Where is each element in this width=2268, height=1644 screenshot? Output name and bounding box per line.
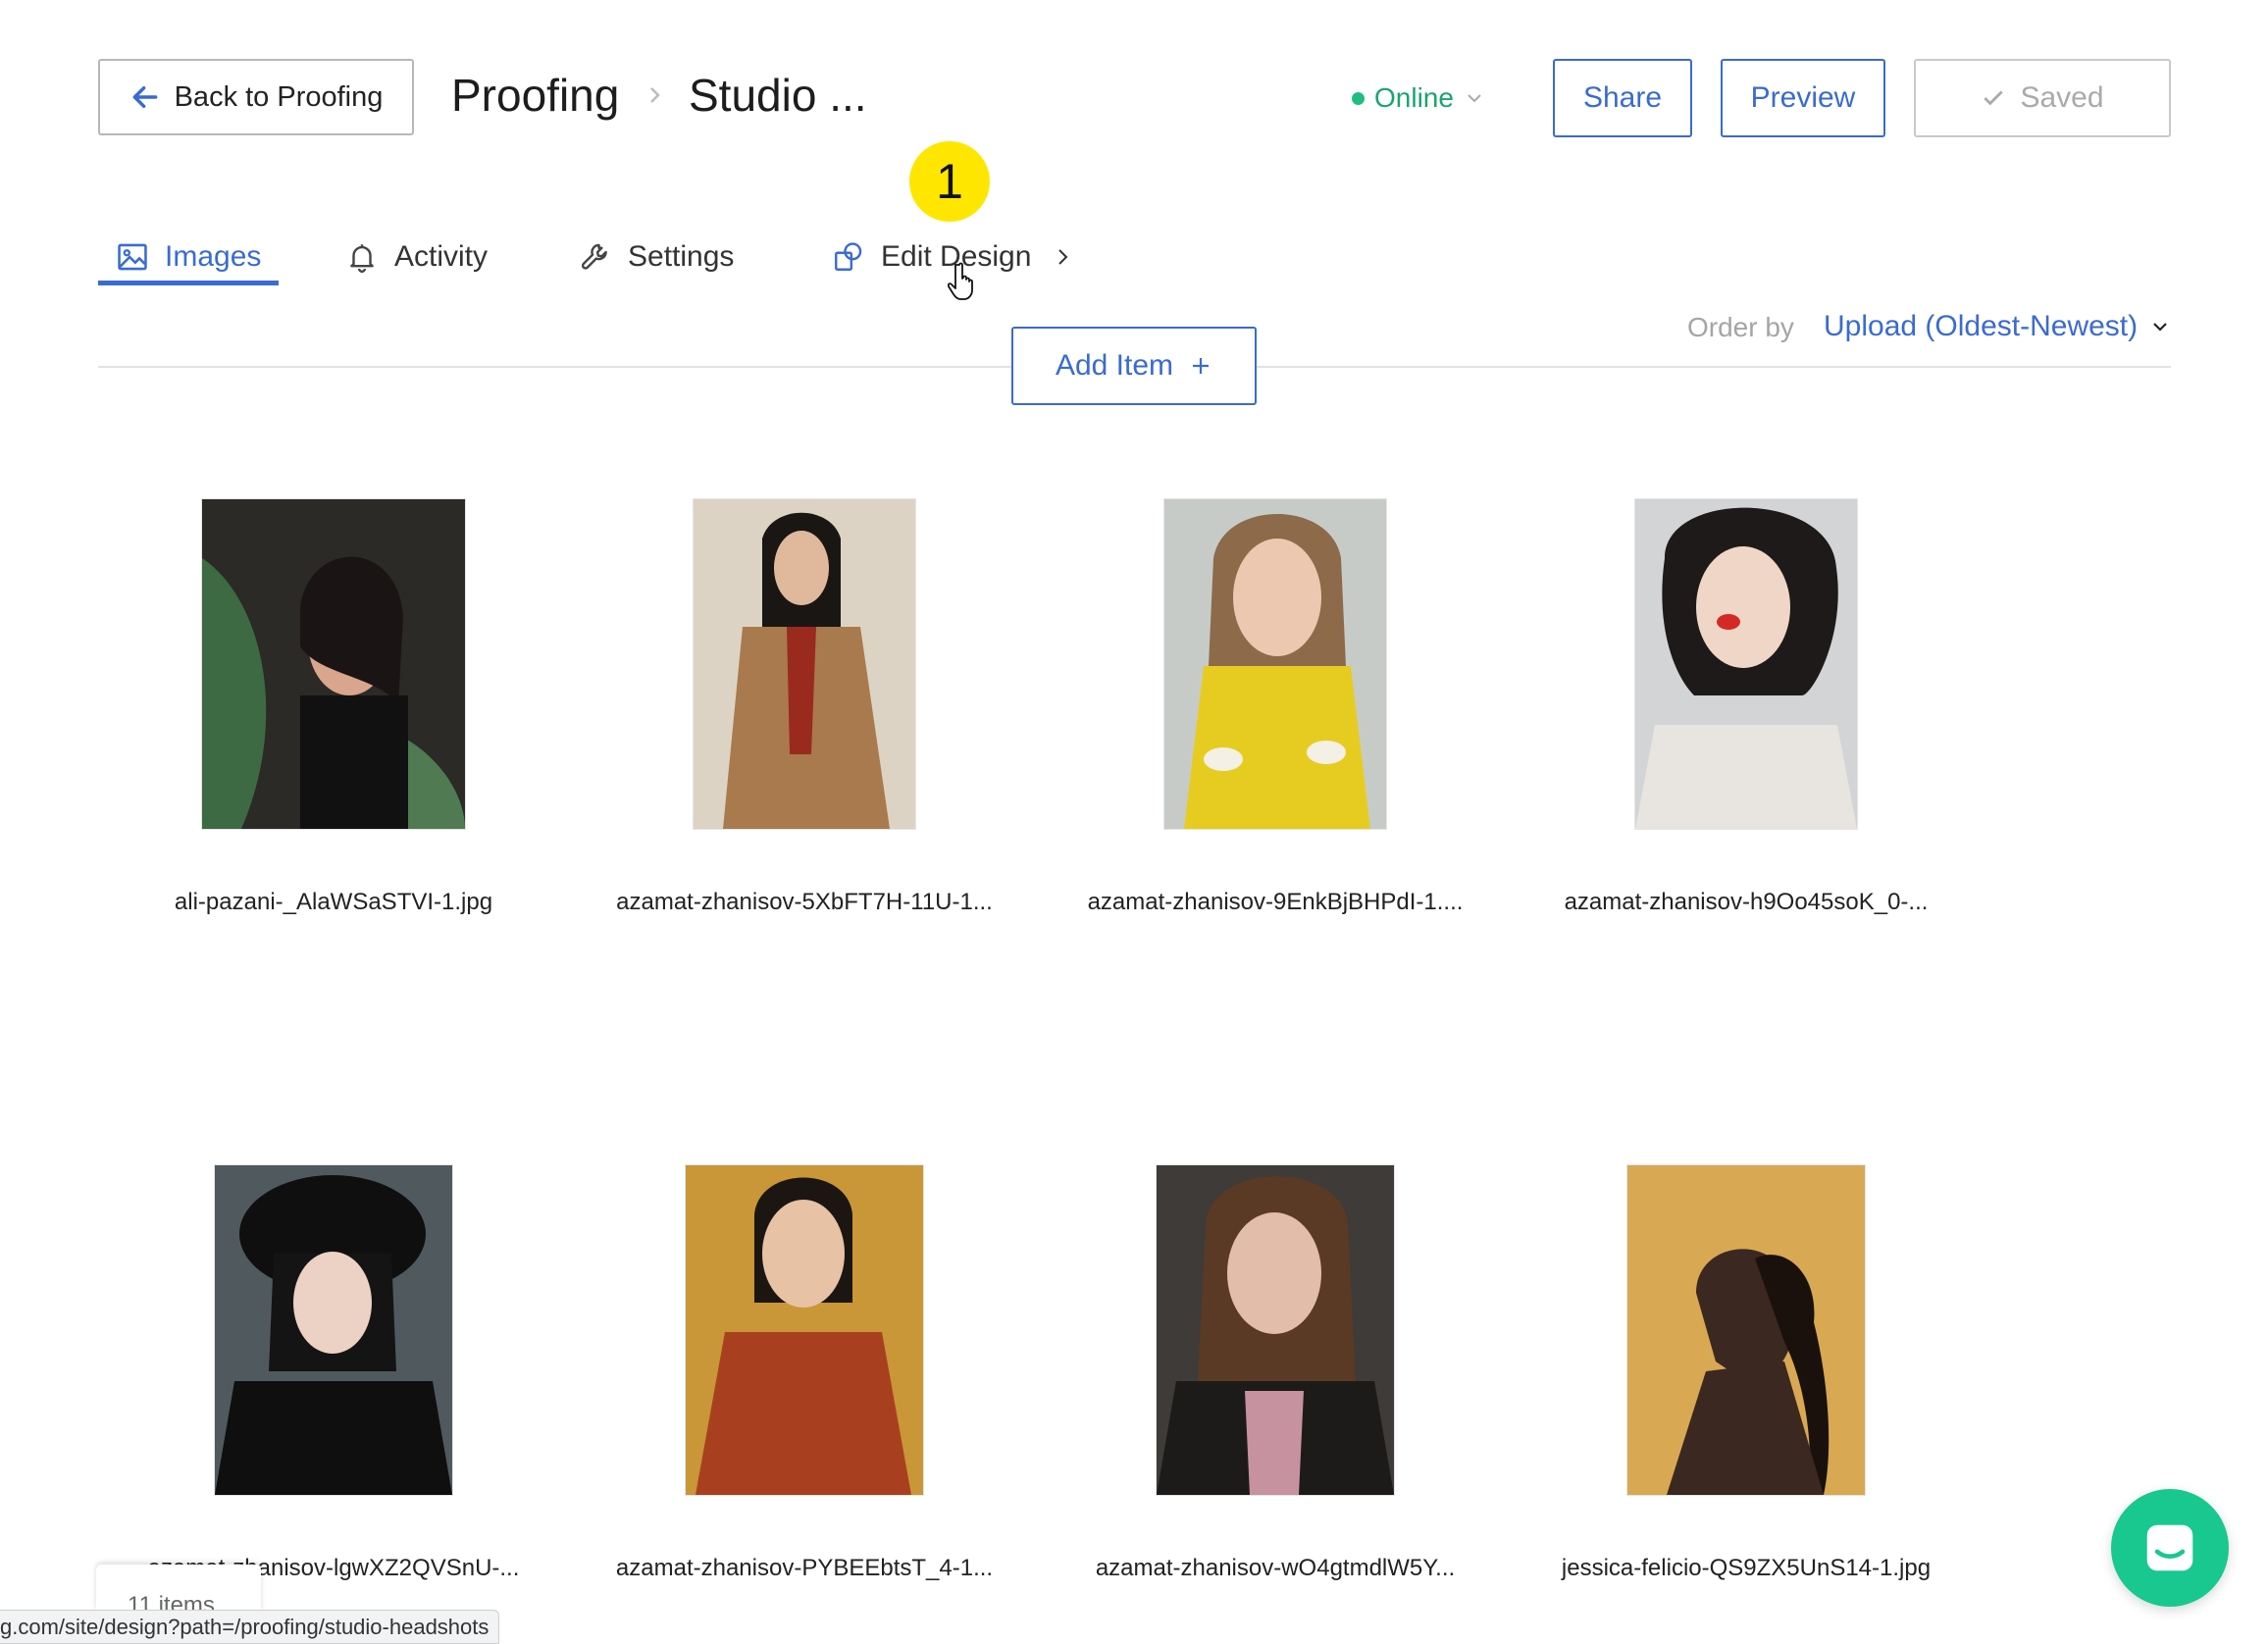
preview-button[interactable]: Preview [1721,59,1885,137]
chevron-down-icon [1468,94,1481,103]
status-url-bar: g.com/site/design?path=/proofing/studio-… [0,1610,500,1644]
chevron-right-icon [1058,249,1068,265]
tab-label: Images [165,240,262,273]
check-icon [1984,90,2004,106]
back-label: Back to Proofing [174,80,384,113]
photo-thumbnail[interactable] [1157,1165,1394,1495]
order-by-value: Upload (Oldest-Newest) [1824,310,2139,342]
photo-thumbnail[interactable] [694,499,915,829]
tab-settings[interactable]: Settings [579,228,734,286]
photo-thumbnail[interactable] [215,1165,452,1495]
chevron-down-icon [2153,323,2167,332]
image-icon [118,243,147,271]
wrench-icon [581,243,607,270]
status-dot [1352,91,1365,105]
status-dropdown[interactable]: Online [1352,78,1485,118]
chat-icon [2146,1524,2193,1571]
photo-thumbnail[interactable] [1627,1165,1865,1495]
page-title: Studio ... [689,70,867,121]
photo-thumbnail[interactable] [1164,499,1386,829]
saved-button[interactable]: Saved [1914,59,2171,137]
image-filename: jessica-felicio-QS9ZX5UnS14-1.jpg [1561,1555,1932,1581]
chevron-right-icon [650,87,660,103]
arrow-left-icon [132,85,157,109]
items-count: 11 items [96,1565,261,1618]
design-icon [835,242,862,271]
photo-thumbnail[interactable] [686,1165,923,1495]
chat-launcher-button[interactable] [2111,1489,2229,1607]
saved-label: Saved [2020,81,2104,114]
add-item-label: Add Item [1055,349,1174,382]
image-filename: azamat-zhanisov-wO4gtmdlW5Y... [1095,1555,1456,1581]
active-tab-indicator [98,281,279,285]
tab-label: Settings [628,240,735,273]
share-button[interactable]: Share [1553,59,1692,137]
image-filename: ali-pazani-_AlaWSaSTVI-1.jpg [174,889,493,915]
order-by-label: Order by [1687,312,1794,342]
photo-thumbnail[interactable] [202,499,465,829]
step-badge: 1 [909,141,990,222]
image-filename: azamat-zhanisov-h9Oo45soK_0-... [1564,889,1929,915]
hand-cursor-icon [948,262,973,300]
photo-thumbnail[interactable] [1635,499,1857,829]
add-item-button[interactable]: Add Item [1011,327,1257,405]
back-to-proofing-button[interactable]: Back to Proofing [98,59,414,135]
tab-images[interactable]: Images [116,228,261,286]
tab-activity[interactable]: Activity [345,228,488,286]
bell-icon [350,244,374,274]
order-by-dropdown[interactable]: Upload (Oldest-Newest) [1824,310,2171,343]
tab-label: Activity [394,240,489,273]
image-filename: azamat-zhanisov-PYBEEbtsT_4-1... [615,1555,994,1581]
status-label: Online [1374,82,1454,113]
plus-icon [1193,358,1210,374]
breadcrumb-proofing[interactable]: Proofing [451,69,619,122]
image-filename: azamat-zhanisov-9EnkBjBHPdI-1.... [1087,889,1464,915]
image-filename: azamat-zhanisov-5XbFT7H-11U-1... [616,889,993,915]
